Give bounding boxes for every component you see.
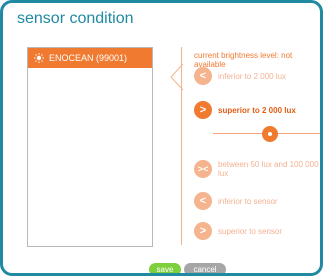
dialog-title: sensor condition	[17, 10, 134, 27]
greater-than-icon: >	[194, 101, 212, 119]
option-label: between 50 lux and 100 000 lux	[218, 160, 319, 178]
option-label: inferior to 2 000 lux	[218, 71, 287, 81]
option-label: superior to 2 000 lux	[218, 105, 296, 115]
less-than-icon: <	[194, 67, 212, 85]
option-superior-2000[interactable]: > superior to 2 000 lux	[194, 101, 296, 119]
sensor-list: ENOCEAN (99001)	[27, 47, 153, 247]
sensor-list-item[interactable]: ENOCEAN (99001)	[28, 48, 152, 68]
greater-than-icon: >	[194, 222, 212, 240]
cancel-button[interactable]: cancel	[184, 263, 226, 273]
option-label: inferior to sensor	[218, 196, 278, 206]
option-between[interactable]: >< between 50 lux and 100 000 lux	[194, 160, 320, 178]
option-inferior-2000[interactable]: < inferior to 2 000 lux	[194, 67, 286, 85]
save-button[interactable]: save	[149, 263, 181, 273]
lux-slider-thumb[interactable]	[261, 126, 278, 142]
panel-divider	[181, 47, 182, 245]
sensor-label: ENOCEAN (99001)	[49, 53, 128, 63]
less-than-icon: <	[194, 192, 212, 210]
option-label: superior to sensor	[218, 226, 283, 236]
sun-icon	[34, 53, 44, 63]
option-inferior-sensor[interactable]: < inferior to sensor	[194, 192, 278, 210]
between-icon: ><	[194, 160, 212, 178]
sensor-condition-dialog: sensor condition ENOCEAN (99001) current…	[0, 0, 323, 276]
option-superior-sensor[interactable]: > superior to sensor	[194, 222, 282, 240]
